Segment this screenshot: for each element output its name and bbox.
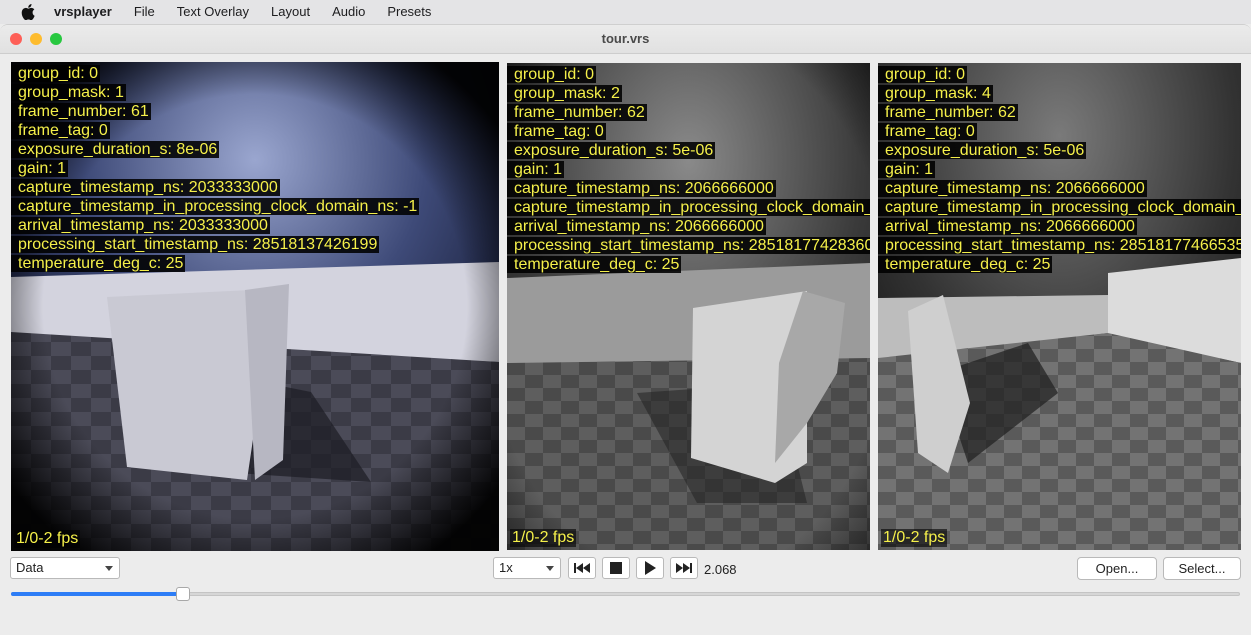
overlay-line: group_mask: 4	[878, 85, 993, 102]
overlay-line: group_mask: 2	[507, 85, 622, 102]
skip-forward-icon	[676, 563, 692, 573]
overlay-line: capture_timestamp_ns: 2033333000	[11, 179, 280, 196]
fps-label-2: 1/0-2 fps	[510, 529, 577, 547]
play-icon	[645, 561, 656, 575]
overlay-line: processing_start_timestamp_ns: 285181374…	[11, 236, 380, 253]
select-button[interactable]: Select...	[1163, 557, 1241, 580]
menu-file[interactable]: File	[134, 0, 155, 24]
view-mode-select[interactable]: Data	[10, 557, 120, 579]
overlay-line: frame_number: 61	[11, 103, 151, 120]
menu-bar: vrsplayer File Text Overlay Layout Audio…	[0, 0, 1251, 24]
playback-speed-select[interactable]: 1x	[493, 557, 561, 579]
view-mode-value: Data	[16, 560, 44, 575]
overlay-line: frame_tag: 0	[11, 122, 110, 139]
overlay-line: frame_number: 62	[878, 104, 1018, 121]
apple-icon[interactable]	[20, 4, 36, 20]
overlay-line: group_id: 0	[507, 66, 597, 83]
timeline-slider-track[interactable]	[11, 592, 1240, 596]
overlay-line: frame_number: 62	[507, 104, 647, 121]
overlay-line: gain: 1	[878, 161, 936, 178]
camera-view-3[interactable]: group_id: 0 group_mask: 4 frame_number: …	[878, 63, 1241, 550]
stop-icon	[610, 562, 622, 574]
timeline-slider-thumb[interactable]	[176, 587, 190, 601]
overlay-line: gain: 1	[11, 160, 69, 177]
fps-label-1: 1/0-2 fps	[14, 530, 81, 548]
overlay-line: capture_timestamp_ns: 2066666000	[507, 180, 776, 197]
menu-text-overlay[interactable]: Text Overlay	[177, 0, 249, 24]
fps-label-3: 1/0-2 fps	[881, 529, 948, 547]
metadata-overlay-3: group_id: 0 group_mask: 4 frame_number: …	[878, 65, 1241, 274]
playback-speed-value: 1x	[499, 560, 513, 575]
metadata-overlay-2: group_id: 0 group_mask: 2 frame_number: …	[507, 65, 870, 274]
overlay-line: exposure_duration_s: 8e-06	[11, 141, 220, 158]
overlay-line: processing_start_timestamp_ns: 285181774…	[878, 237, 1241, 254]
skip-back-button[interactable]	[568, 557, 596, 579]
overlay-line: arrival_timestamp_ns: 2033333000	[11, 217, 270, 234]
overlay-line: capture_timestamp_ns: 2066666000	[878, 180, 1147, 197]
overlay-line: capture_timestamp_in_processing_clock_do…	[11, 198, 420, 215]
menu-layout[interactable]: Layout	[271, 0, 310, 24]
menu-audio[interactable]: Audio	[332, 0, 365, 24]
play-button[interactable]	[636, 557, 664, 579]
overlay-line: group_mask: 1	[11, 84, 126, 101]
overlay-line: arrival_timestamp_ns: 2066666000	[878, 218, 1137, 235]
overlay-line: gain: 1	[507, 161, 565, 178]
overlay-line: frame_tag: 0	[878, 123, 977, 140]
stop-button[interactable]	[602, 557, 630, 579]
overlay-line: temperature_deg_c: 25	[11, 255, 186, 272]
overlay-line: capture_timestamp_in_processing_clock_do…	[878, 199, 1241, 216]
skip-back-icon	[574, 563, 590, 573]
overlay-line: arrival_timestamp_ns: 2066666000	[507, 218, 766, 235]
overlay-line: frame_tag: 0	[507, 123, 606, 140]
chevron-down-icon	[105, 566, 113, 571]
overlay-line: exposure_duration_s: 5e-06	[878, 142, 1087, 159]
current-time-label: 2.068	[704, 562, 737, 577]
title-bar[interactable]: tour.vrs	[0, 25, 1251, 54]
open-button[interactable]: Open...	[1077, 557, 1157, 580]
overlay-line: processing_start_timestamp_ns: 285181774…	[507, 237, 870, 254]
overlay-line: group_id: 0	[11, 65, 101, 82]
metadata-overlay-1: group_id: 0 group_mask: 1 frame_number: …	[11, 64, 420, 273]
overlay-line: exposure_duration_s: 5e-06	[507, 142, 716, 159]
timeline-slider-fill	[11, 592, 183, 596]
overlay-line: group_id: 0	[878, 66, 968, 83]
overlay-line: temperature_deg_c: 25	[507, 256, 682, 273]
menu-app-name[interactable]: vrsplayer	[54, 0, 112, 24]
overlay-line: temperature_deg_c: 25	[878, 256, 1053, 273]
skip-forward-button[interactable]	[670, 557, 698, 579]
window-title: tour.vrs	[601, 31, 650, 46]
overlay-line: capture_timestamp_in_processing_clock_do…	[507, 199, 870, 216]
camera-view-1[interactable]: group_id: 0 group_mask: 1 frame_number: …	[11, 62, 499, 551]
chevron-down-icon	[546, 566, 554, 571]
menu-presets[interactable]: Presets	[387, 0, 431, 24]
camera-view-2[interactable]: group_id: 0 group_mask: 2 frame_number: …	[507, 63, 870, 550]
